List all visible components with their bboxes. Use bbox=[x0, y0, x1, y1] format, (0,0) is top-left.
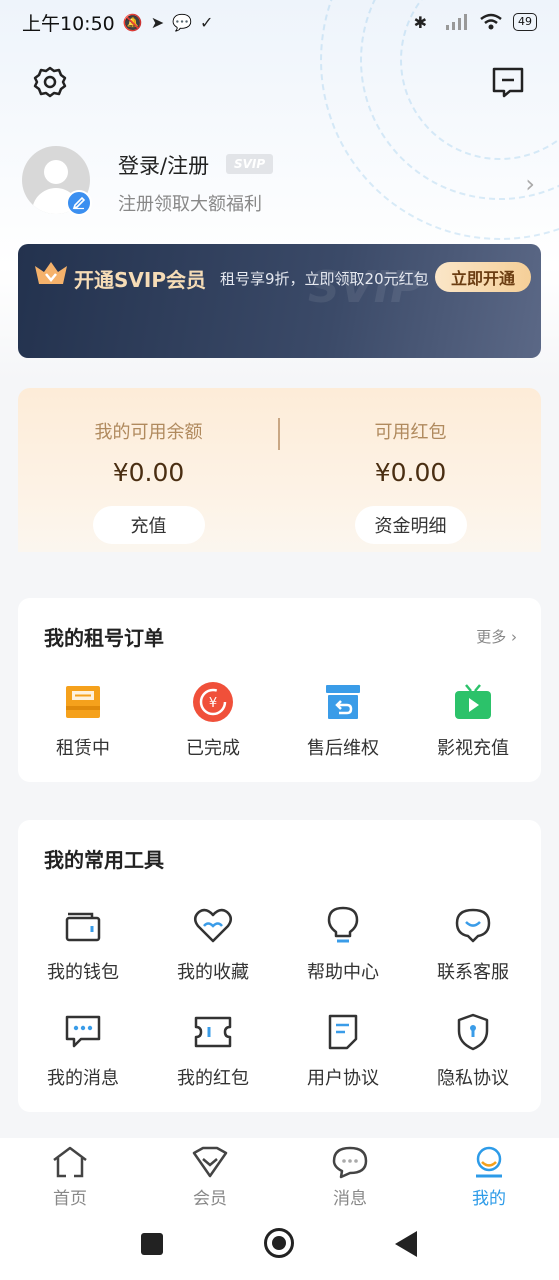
chat-bubble-icon: 💬 bbox=[172, 12, 193, 32]
bluetooth-icon: ✱ bbox=[413, 12, 427, 32]
nav-home[interactable]: 首页 bbox=[0, 1142, 140, 1209]
shield-icon bbox=[451, 1010, 495, 1054]
wifi-icon bbox=[480, 13, 502, 30]
message-icon bbox=[61, 1010, 105, 1054]
video-recharge-icon bbox=[451, 680, 495, 724]
login-register-link[interactable]: 登录/注册 bbox=[118, 150, 209, 180]
tool-wallet-label: 我的钱包 bbox=[47, 962, 119, 983]
available-balance-value: ¥0.00 bbox=[112, 458, 185, 487]
heart-icon bbox=[191, 904, 235, 948]
order-after-sales[interactable]: 售后维权 bbox=[278, 680, 408, 760]
redpacket-column: 可用红包 ¥0.00 资金明细 bbox=[280, 388, 541, 552]
svg-text:¥: ¥ bbox=[209, 696, 217, 711]
check-icon: ✓ bbox=[200, 12, 214, 32]
tool-customer-service-label: 联系客服 bbox=[437, 962, 509, 983]
svip-banner[interactable]: SVIP 开通SVIP会员 租号享9折，立即领取20元红包 立即开通 bbox=[18, 244, 541, 358]
status-bar: 上午10:50 🔕 ➤ 💬 ✓ ✱ 49 bbox=[0, 0, 559, 44]
order-video-recharge[interactable]: 影视充值 bbox=[408, 680, 538, 760]
status-time: 上午10:50 bbox=[22, 12, 115, 35]
open-svip-button[interactable]: 立即开通 bbox=[435, 262, 531, 292]
after-sales-icon bbox=[321, 680, 365, 724]
nav-vip-label: 会员 bbox=[193, 1189, 227, 1209]
profile-subtitle: 注册领取大额福利 bbox=[118, 194, 262, 215]
balance-card: 我的可用余额 ¥0.00 充值 可用红包 ¥0.00 资金明细 bbox=[18, 388, 541, 552]
recent-apps-button[interactable] bbox=[141, 1233, 163, 1255]
tool-redpacket-label: 我的红包 bbox=[177, 1068, 249, 1089]
nav-messages[interactable]: 消息 bbox=[280, 1142, 420, 1209]
wallet-icon bbox=[61, 904, 105, 948]
svip-banner-title: 开通SVIP会员 bbox=[74, 268, 206, 292]
order-renting-label: 租赁中 bbox=[56, 738, 110, 759]
edit-avatar-icon[interactable] bbox=[66, 190, 92, 216]
fund-details-button[interactable]: 资金明细 bbox=[354, 506, 467, 544]
back-button[interactable] bbox=[395, 1231, 417, 1257]
home-icon bbox=[0, 1142, 140, 1182]
orders-section: 我的租号订单 更多 › 租赁中 ¥ 已完成 售后维权 影视充值 bbox=[18, 598, 541, 782]
tool-user-agreement-label: 用户协议 bbox=[307, 1068, 379, 1089]
mute-icon: 🔕 bbox=[122, 12, 143, 32]
tools-section: 我的常用工具 我的钱包 我的收藏 帮助中心 联系客服 我的消息 我的红包 用户协… bbox=[18, 820, 541, 1112]
profile-icon bbox=[419, 1142, 559, 1182]
nav-profile-label: 我的 bbox=[472, 1189, 506, 1209]
tool-privacy-agreement[interactable]: 隐私协议 bbox=[408, 1010, 538, 1090]
order-after-sales-label: 售后维权 bbox=[307, 738, 379, 759]
completed-icon: ¥ bbox=[191, 680, 235, 724]
lightbulb-icon bbox=[321, 904, 365, 948]
tool-wallet[interactable]: 我的钱包 bbox=[18, 904, 148, 984]
tool-help-center[interactable]: 帮助中心 bbox=[278, 904, 408, 984]
tool-user-agreement[interactable]: 用户协议 bbox=[278, 1010, 408, 1090]
tool-messages[interactable]: 我的消息 bbox=[18, 1010, 148, 1090]
tool-help-center-label: 帮助中心 bbox=[307, 962, 379, 983]
nav-vip[interactable]: 会员 bbox=[140, 1142, 280, 1209]
renting-icon bbox=[61, 680, 105, 724]
order-video-recharge-label: 影视充值 bbox=[437, 738, 509, 759]
document-icon bbox=[321, 1010, 365, 1054]
svip-tag: SVIP bbox=[226, 154, 274, 174]
home-button[interactable] bbox=[264, 1228, 294, 1258]
svip-banner-description: 租号享9折，立即领取20元红包 bbox=[220, 270, 429, 288]
tool-customer-service[interactable]: 联系客服 bbox=[408, 904, 538, 984]
settings-gear-icon[interactable] bbox=[30, 62, 70, 102]
vip-icon bbox=[140, 1142, 280, 1182]
order-completed[interactable]: ¥ 已完成 bbox=[148, 680, 278, 760]
available-balance-label: 我的可用余额 bbox=[94, 422, 203, 443]
tool-redpacket[interactable]: 我的红包 bbox=[148, 1010, 278, 1090]
chevron-right-icon[interactable]: › bbox=[525, 170, 535, 198]
chat-icon bbox=[280, 1142, 420, 1182]
orders-title: 我的租号订单 bbox=[44, 626, 164, 650]
system-navigation-bar bbox=[0, 1220, 559, 1280]
tool-favorites-label: 我的收藏 bbox=[177, 962, 249, 983]
tool-messages-label: 我的消息 bbox=[47, 1068, 119, 1089]
bottom-navigation: 首页 会员 消息 我的 bbox=[0, 1138, 559, 1220]
nav-profile[interactable]: 我的 bbox=[419, 1142, 559, 1209]
redpacket-value: ¥0.00 bbox=[374, 458, 447, 487]
recharge-button[interactable]: 充值 bbox=[92, 506, 205, 544]
available-balance-column: 我的可用余额 ¥0.00 充值 bbox=[18, 388, 279, 552]
order-completed-label: 已完成 bbox=[186, 738, 240, 759]
orders-more-link[interactable]: 更多 › bbox=[476, 626, 517, 647]
telegram-icon: ➤ bbox=[150, 12, 165, 32]
tool-privacy-agreement-label: 隐私协议 bbox=[437, 1068, 509, 1089]
nav-messages-label: 消息 bbox=[333, 1189, 367, 1209]
redpacket-label: 可用红包 bbox=[374, 422, 447, 443]
crown-icon bbox=[35, 262, 67, 284]
nav-home-label: 首页 bbox=[53, 1189, 87, 1209]
battery-indicator: 49 bbox=[513, 13, 537, 31]
tool-favorites[interactable]: 我的收藏 bbox=[148, 904, 278, 984]
customer-service-icon bbox=[451, 904, 495, 948]
signal-icon bbox=[446, 14, 467, 30]
tools-title: 我的常用工具 bbox=[44, 848, 164, 872]
ticket-icon bbox=[191, 1010, 235, 1054]
message-box-icon[interactable] bbox=[488, 62, 528, 102]
order-renting[interactable]: 租赁中 bbox=[18, 680, 148, 760]
